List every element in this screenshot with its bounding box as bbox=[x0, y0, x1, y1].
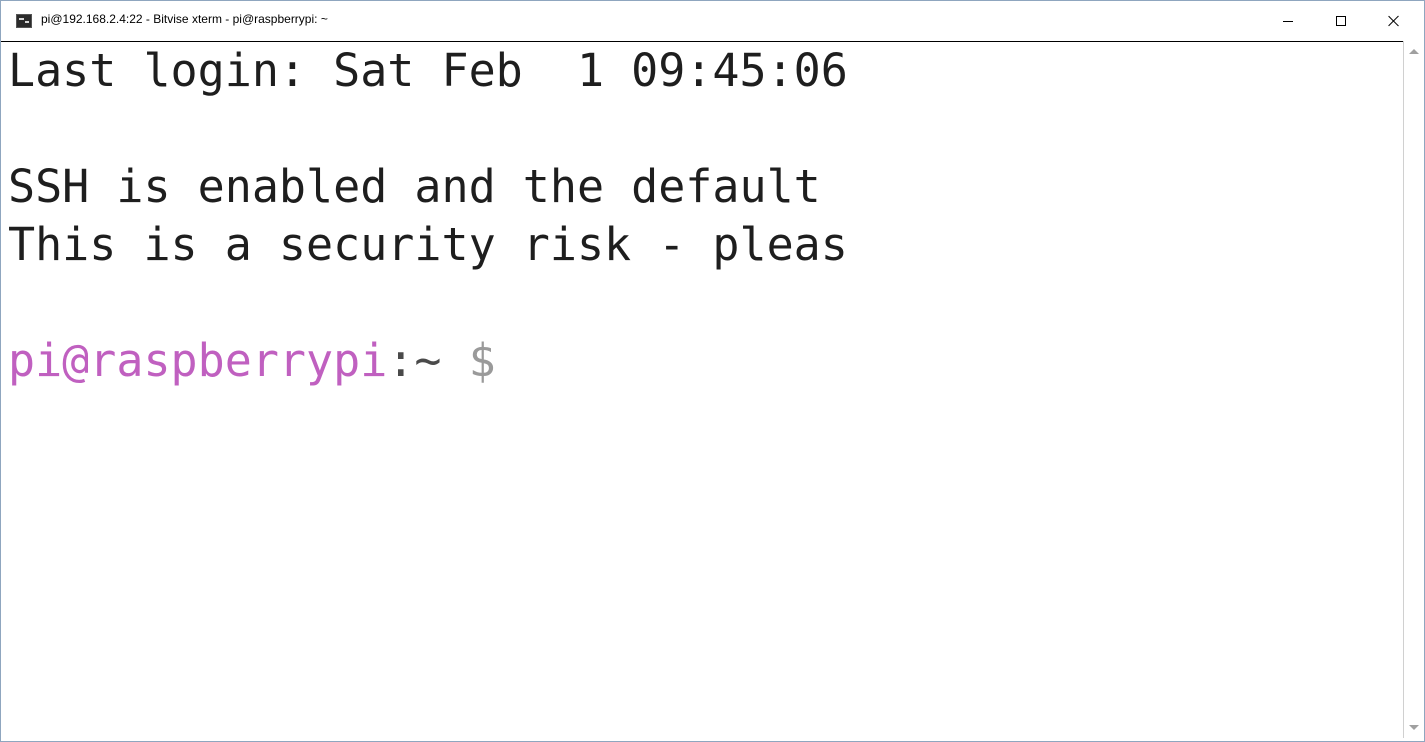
title-bar[interactable]: pi@192.168.2.4:22 - Bitvise xterm - pi@r… bbox=[1, 1, 1424, 41]
window-title: pi@192.168.2.4:22 - Bitvise xterm - pi@r… bbox=[41, 12, 328, 26]
security-risk-line: This is a security risk - pleas bbox=[8, 218, 848, 271]
minimize-button[interactable] bbox=[1261, 1, 1315, 41]
prompt-user-host: pi@raspberrypi bbox=[8, 334, 388, 387]
scroll-up-arrow-icon[interactable] bbox=[1409, 49, 1419, 54]
close-icon bbox=[1388, 15, 1400, 27]
maximize-icon bbox=[1336, 16, 1346, 26]
vertical-scrollbar[interactable] bbox=[1403, 41, 1424, 738]
maximize-button[interactable] bbox=[1314, 1, 1368, 41]
prompt-symbol: $ bbox=[441, 334, 496, 387]
terminal-output[interactable]: Last login: Sat Feb 1 09:45:06 SSH is en… bbox=[1, 41, 1403, 739]
scroll-down-arrow-icon[interactable] bbox=[1409, 725, 1419, 730]
shell-prompt: pi@raspberrypi:~ $ bbox=[8, 332, 496, 390]
terminal-window: pi@192.168.2.4:22 - Bitvise xterm - pi@r… bbox=[0, 0, 1425, 742]
minimize-icon bbox=[1283, 20, 1293, 22]
last-login-line: Last login: Sat Feb 1 09:45:06 bbox=[8, 44, 848, 97]
prompt-path: :~ bbox=[387, 334, 442, 387]
terminal-app-icon[interactable] bbox=[16, 14, 32, 28]
close-button[interactable] bbox=[1367, 1, 1421, 41]
ssh-warning-line: SSH is enabled and the default bbox=[8, 160, 821, 213]
